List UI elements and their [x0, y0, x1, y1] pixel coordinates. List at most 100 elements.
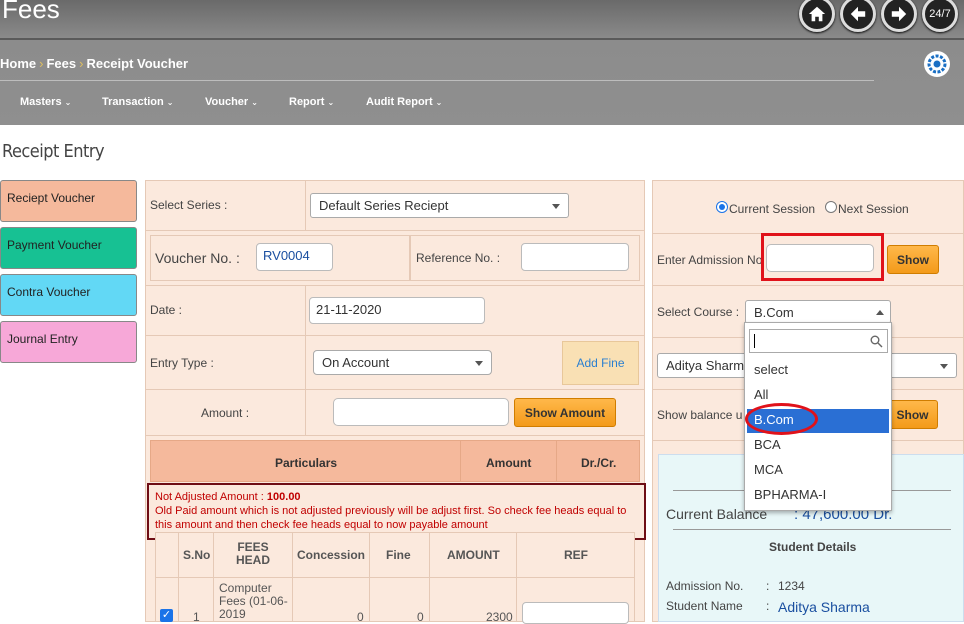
col-amount: Amount	[486, 456, 532, 470]
dropdown-option[interactable]: BCA	[754, 437, 781, 452]
particulars-table-header: Particulars Amount Dr./Cr.	[150, 440, 640, 482]
nav-contra-voucher[interactable]: Contra Voucher	[0, 274, 137, 316]
breadcrumb-separator-icon: ›	[39, 56, 44, 71]
menu-report[interactable]: Report ⌄	[289, 96, 334, 108]
add-fine-button[interactable]: Add Fine	[562, 341, 639, 385]
page-title: Receipt Entry	[2, 141, 105, 162]
support-24-7-icon[interactable]: 24/7	[922, 0, 958, 32]
admission-no-detail-label: Admission No.	[666, 579, 744, 593]
menu-label: Transaction	[102, 96, 164, 108]
arrow-left-icon[interactable]	[840, 0, 876, 32]
select-course-dropdown[interactable]: B.Com	[745, 300, 891, 324]
divider	[429, 532, 430, 622]
nav-payment-voucher[interactable]: Payment Voucher	[0, 227, 137, 269]
admission-no-detail-value: 1234	[778, 579, 805, 593]
student-name-detail-label: Student Name	[666, 599, 743, 613]
divider	[516, 532, 517, 622]
breadcrumb-home[interactable]: Home	[0, 56, 36, 71]
col-ref: REF	[564, 548, 588, 562]
home-icon[interactable]	[799, 0, 835, 32]
entry-type-label: Entry Type :	[150, 356, 214, 370]
divider	[145, 230, 645, 231]
menu-transaction[interactable]: Transaction ⌄	[102, 96, 173, 108]
notice-amount: 100.00	[266, 491, 301, 503]
nav-journal-entry[interactable]: Journal Entry	[0, 321, 137, 363]
dropdown-option[interactable]: All	[754, 387, 768, 402]
select-series-dropdown[interactable]: Default Series Reciept	[310, 193, 569, 218]
divider	[369, 532, 370, 622]
student-name-detail-value: Aditya Sharma	[778, 599, 870, 615]
chevron-down-icon: ⌄	[64, 98, 72, 107]
support-label: 24/7	[929, 8, 951, 20]
divider	[145, 435, 645, 436]
divider	[145, 335, 645, 336]
next-session-radio[interactable]	[825, 201, 837, 213]
entry-type-value: On Account	[322, 355, 390, 370]
reference-no-label: Reference No. :	[416, 251, 501, 265]
chevron-down-icon	[552, 204, 560, 209]
nav-receipt-voucher[interactable]: Reciept Voucher	[0, 180, 137, 222]
notice-text: Old Paid amount which is not adjusted pr…	[155, 505, 627, 531]
settings-gear-icon[interactable]	[924, 51, 950, 77]
divider	[460, 441, 461, 481]
chevron-down-icon: ⌄	[435, 98, 443, 107]
highlight-ellipse	[745, 403, 818, 435]
divider	[0, 80, 874, 81]
student-details-heading: Student Details	[769, 540, 857, 554]
show-amount-button[interactable]: Show Amount	[514, 398, 616, 427]
dropdown-option[interactable]: MCA	[754, 462, 783, 477]
col-particulars: Particulars	[275, 456, 338, 470]
dropdown-option[interactable]: BPHARMA-I	[754, 487, 826, 502]
breadcrumb-current: Receipt Voucher	[86, 56, 189, 71]
divider	[145, 389, 645, 390]
col-fine: Fine	[386, 548, 411, 562]
row-ref-input[interactable]	[522, 602, 629, 624]
divider	[673, 529, 951, 530]
date-input[interactable]: 21-11-2020	[309, 297, 485, 324]
col-amount-heads: AMOUNT	[447, 548, 500, 562]
chevron-down-icon	[475, 361, 483, 366]
chevron-down-icon: ⌄	[251, 98, 258, 107]
divider	[178, 532, 179, 622]
current-session-label: Current Session	[729, 202, 816, 216]
top-bar: Fees 24/7	[0, 0, 964, 40]
radio-dot-icon	[719, 204, 725, 210]
divider	[155, 577, 635, 578]
dropdown-search-input[interactable]	[749, 329, 888, 353]
chevron-down-icon: ⌄	[327, 98, 335, 107]
row-checkbox[interactable]: ✓	[160, 609, 173, 622]
voucher-no-input[interactable]: RV0004	[256, 243, 333, 271]
divider	[305, 180, 306, 230]
divider	[556, 441, 557, 481]
dropdown-option[interactable]: select	[754, 362, 788, 377]
admission-no-label: Enter Admission No	[657, 253, 763, 267]
highlight-box	[761, 233, 884, 281]
breadcrumb-fees[interactable]: Fees	[46, 56, 76, 71]
date-label: Date :	[150, 303, 183, 317]
student-select-value: Aditya Sharm	[666, 358, 745, 373]
menu-label: Masters	[20, 96, 62, 108]
chevron-down-icon	[940, 364, 948, 369]
show-admission-button[interactable]: Show	[887, 245, 939, 274]
chevron-up-icon	[876, 310, 884, 315]
course-dropdown-list: select All B.Com BCA MCA BPHARMA-I	[744, 322, 892, 511]
menu-voucher[interactable]: Voucher ⌄	[205, 96, 258, 108]
arrow-right-icon[interactable]	[881, 0, 917, 32]
menu-label: Audit Report	[366, 96, 433, 108]
show-balance-button[interactable]: Show	[887, 400, 938, 429]
breadcrumb-separator-icon: ›	[79, 56, 84, 71]
col-sno: S.No	[183, 548, 211, 562]
current-session-radio[interactable]	[716, 201, 728, 213]
menu-masters[interactable]: Masters ⌄	[20, 96, 71, 108]
app-header: Fees 24/7 Home › Fees › Receipt Voucher Mast…	[0, 0, 964, 125]
entry-type-dropdown[interactable]: On Account	[313, 350, 492, 375]
reference-no-input[interactable]	[521, 243, 629, 271]
col-dr-cr: Dr./Cr.	[581, 456, 617, 470]
amount-input[interactable]	[333, 398, 509, 426]
menu-audit-report[interactable]: Audit Report ⌄	[366, 96, 442, 108]
divider	[213, 532, 214, 622]
select-course-label: Select Course :	[657, 305, 740, 319]
select-series-label: Select Series :	[150, 198, 228, 212]
col-concession: Concession	[297, 548, 366, 562]
divider	[292, 532, 293, 622]
